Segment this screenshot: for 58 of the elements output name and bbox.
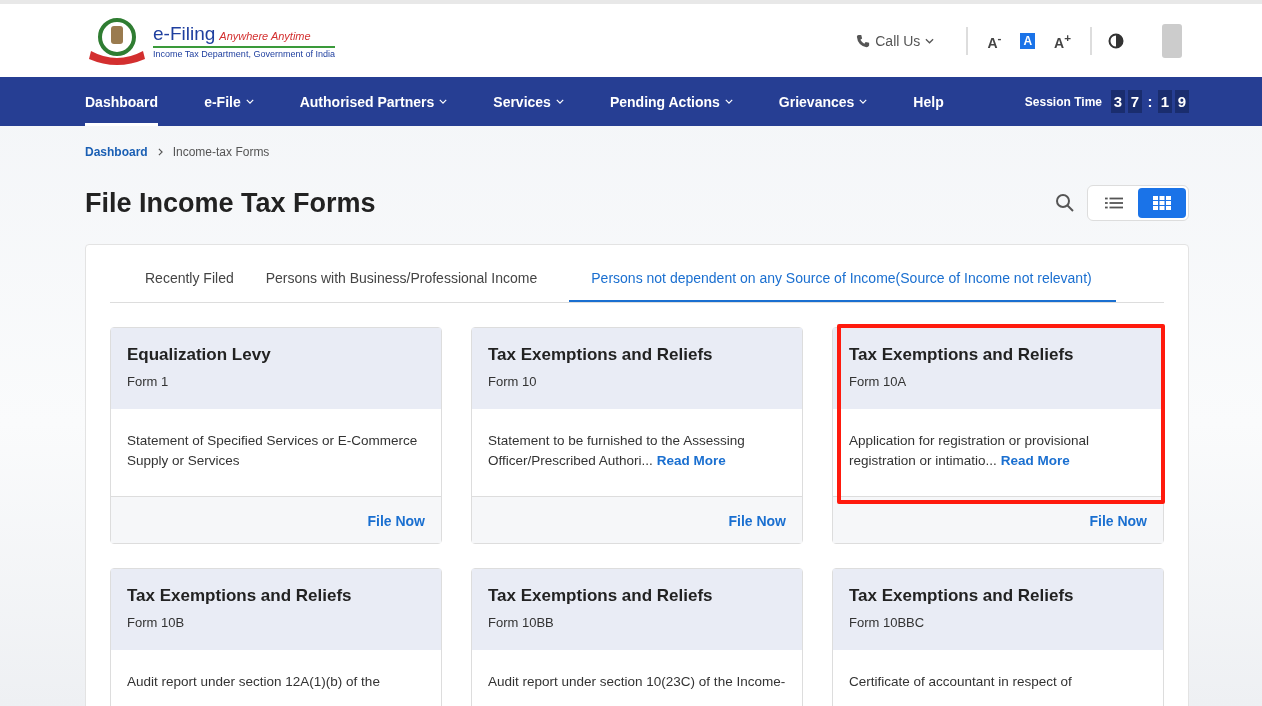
logo-tagline: Anywhere Anytime [219,29,311,42]
tab[interactable]: Persons not dependent on any Source of Income(Source of Income not relevant) [569,263,1116,302]
card-description: Audit report under section 10(23C) of the Income- [488,673,786,691]
card-title: Equalization Levy [127,345,272,365]
card-description: Statement of Specified Services or E-Commerce Supply or Services [127,432,419,470]
font-size-button[interactable]: A$^{+}$ [1051,29,1074,52]
nav-item[interactable]: Services [493,77,564,126]
read-more-link[interactable]: Read More [656,453,726,468]
file-now-link[interactable]: File Now [728,513,786,529]
caret-icon [925,37,935,44]
read-more-link[interactable]: Read More [1000,453,1070,468]
profile-placeholder [1162,23,1182,58]
file-now-link[interactable]: File Now [1089,513,1147,529]
form-number: Form 10A [849,374,908,389]
card-title: Tax Exemptions and Reliefs [127,586,353,606]
form-number: Form 10BBC [849,615,926,630]
timer-digit: 9 [1175,90,1189,113]
card-title: Tax Exemptions and Reliefs [488,586,714,606]
grid-view-button[interactable] [1138,188,1186,218]
nav-item[interactable]: Grievances [778,77,868,126]
card-description: Audit report under section 12A(1)(b) of the [127,673,381,691]
call-us-button[interactable]: Call Us [856,32,935,49]
logo-title: e-Filing [153,22,216,45]
card-description: Certificate of accountant in respect of [849,673,1073,691]
search-icon[interactable] [1055,193,1075,213]
timer-digit: : [1146,92,1154,112]
list-icon [1105,196,1123,210]
font-size-button[interactable]: A [1020,32,1036,49]
logo-subtitle: Income Tax Department, Government of India [153,48,335,59]
form-number: Form 1 [127,374,170,389]
nav-item[interactable]: Dashboard [85,77,159,126]
timer-digit: 3 [1111,90,1125,113]
contrast-icon[interactable] [1108,32,1124,49]
card-title: Tax Exemptions and Reliefs [849,345,1075,365]
breadcrumb-item[interactable]: Income-tax Forms [172,145,270,159]
font-size-button[interactable]: A$^{-}$ [984,29,1005,52]
chevron-icon [157,148,163,156]
card-title: Tax Exemptions and Reliefs [849,586,1075,606]
form-number: Form 10BB [488,615,555,630]
phone-icon [856,33,871,48]
form-number: Form 10B [127,615,186,630]
page-title: File Income Tax Forms [85,187,376,219]
card-title: Tax Exemptions and Reliefs [488,345,714,365]
card-description: Statement to be furnished to the Assessing Officer/Prescribed Authori... Read More [488,432,746,470]
timer-digit: 7 [1128,90,1142,113]
nav-item[interactable]: Pending Actions [609,77,733,126]
nav-item[interactable]: Authorised Partners [299,77,448,126]
nav-item[interactable]: e-File [204,77,254,126]
tab[interactable]: Recently Filed [110,263,234,302]
nav-item[interactable]: Help [913,77,944,126]
tab[interactable]: Persons with Business/Professional Income [265,263,538,302]
grid-icon [1153,196,1171,210]
card-description: Application for registration or provisional registration or intimatio... Read More [849,432,1091,470]
session-time-label: Session Time [1024,94,1102,109]
file-now-link[interactable]: File Now [367,513,425,529]
breadcrumb-item[interactable]: Dashboard [85,145,148,159]
timer-digit: 1 [1158,90,1172,113]
form-number: Form 10 [488,374,538,389]
